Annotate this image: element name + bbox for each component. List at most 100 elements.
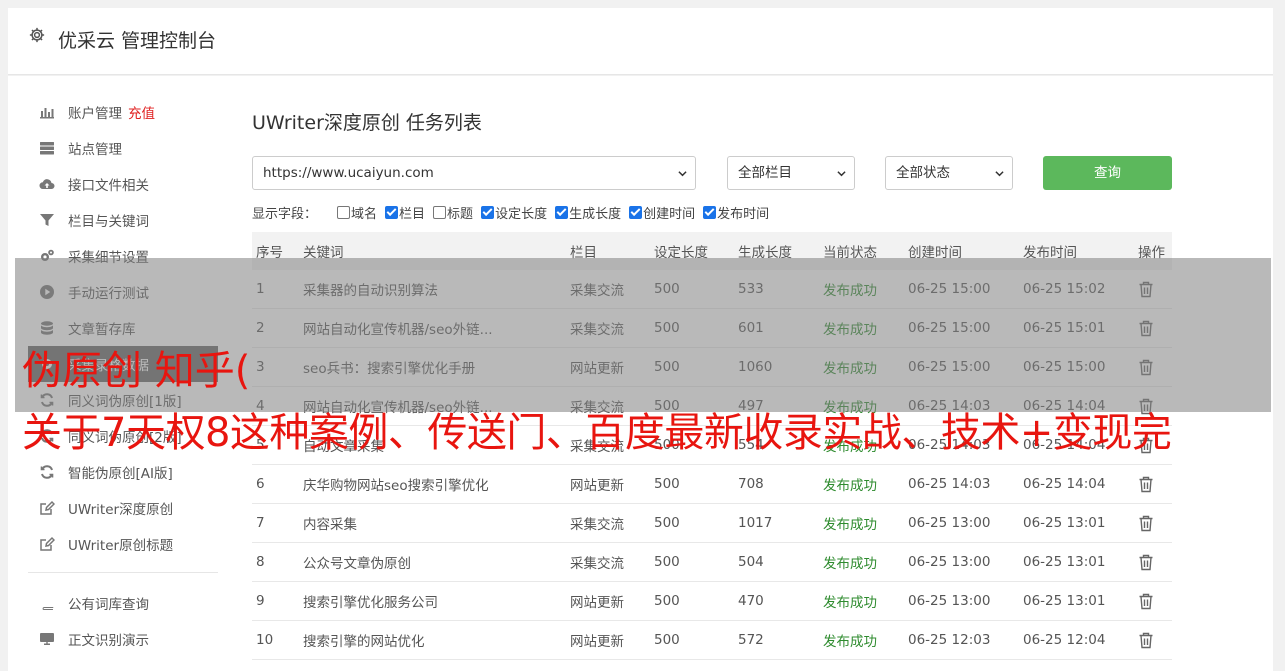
table-cell: 内容采集 [303, 517, 357, 533]
server-icon [38, 140, 56, 156]
table-cell: 500 [654, 593, 680, 609]
table-cell: 500 [654, 554, 680, 570]
status-select-value: 全部状态 [896, 165, 950, 181]
table-cell: 网站更新 [570, 595, 624, 611]
checkbox-label: 生成长度 [569, 206, 622, 222]
status-select[interactable]: 全部状态 [885, 156, 1013, 190]
field-checkbox[interactable]: 标题 [433, 203, 473, 222]
table-cell: 06-25 14:04 [1023, 476, 1106, 492]
sidebar-item[interactable]: 账户管理 充值 [28, 94, 218, 130]
chevron-down-icon [837, 171, 846, 177]
checkbox-box[interactable] [385, 205, 399, 219]
field-checkbox[interactable]: 发布时间 [703, 203, 769, 222]
delete-button[interactable] [1138, 593, 1154, 614]
checkbox-label: 域名 [351, 206, 378, 222]
table-cell: 搜索引擎优化服务公司 [303, 595, 438, 611]
sidebar-item-label: 智能伪原创[AI版] [68, 466, 173, 482]
site-select[interactable]: https://www.ucaiyun.com [252, 156, 696, 190]
table-cell: 10 [256, 632, 274, 648]
checkbox-box[interactable] [555, 205, 569, 219]
sidebar-item[interactable]: 站点管理 [28, 130, 218, 166]
trash-icon [1139, 554, 1153, 571]
overlay-text-line1: 伪原创 知乎( [22, 348, 251, 394]
delete-button[interactable] [1138, 476, 1154, 497]
sidebar-item[interactable]: UWriter原创标题 [28, 526, 218, 562]
table-cell: 572 [738, 632, 764, 648]
checkbox-box[interactable] [481, 205, 495, 219]
table-cell: 504 [738, 554, 764, 570]
gear-icon [29, 27, 45, 43]
column-select-value: 全部栏目 [738, 165, 792, 181]
refresh-icon [38, 464, 56, 480]
trash-icon [1139, 515, 1153, 532]
table-cell: 06-25 12:03 [908, 632, 991, 648]
status-text: 发布成功 [823, 517, 877, 533]
column-select[interactable]: 全部栏目 [727, 156, 855, 190]
display-fields-label: 显示字段： [252, 206, 318, 222]
chevron-down-icon [995, 171, 1004, 177]
recharge-link[interactable]: 充值 [128, 102, 155, 122]
table-cell: 06-25 13:01 [1023, 515, 1106, 531]
sidebar-item-label: UWriter深度原创 [68, 502, 174, 518]
table-cell: 8 [256, 554, 265, 570]
cloud-upload-icon [38, 176, 56, 192]
checkbox-box[interactable] [337, 205, 351, 219]
sidebar-item-label: UWriter原创标题 [68, 538, 174, 554]
table-row: 7 内容采集 采集交流 500 1017 发布成功 06-25 13:00 06-25 13:… [252, 504, 1172, 543]
status-text: 发布成功 [823, 595, 877, 611]
sidebar-item-label: 栏目与关键词 [68, 214, 149, 230]
book-icon [38, 595, 56, 611]
display-fields: 显示字段： 域名 栏目 标题 设定长度 生成长度 创建时间 发布时间 [252, 202, 777, 222]
status-text: 发布成功 [823, 556, 877, 572]
status-text: 发布成功 [823, 478, 877, 494]
checkbox-label: 栏目 [399, 206, 426, 222]
checkbox-box[interactable] [433, 205, 447, 219]
checkbox-box[interactable] [629, 205, 643, 219]
table-cell: 06-25 13:01 [1023, 593, 1106, 609]
page-title: UWriter深度原创 任务列表 [252, 112, 482, 134]
sidebar-item-label: 公有词库查询 [68, 597, 149, 613]
table-row: 9 搜索引擎优化服务公司 网站更新 500 470 发布成功 06-25 13:00 06-2… [252, 582, 1172, 621]
status-text: 发布成功 [823, 634, 877, 650]
sidebar-divider [28, 572, 218, 573]
field-checkbox[interactable]: 生成长度 [555, 203, 621, 222]
edit-icon [38, 500, 56, 516]
table-cell: 网站更新 [570, 634, 624, 650]
sidebar-item[interactable]: 公有词库查询 [28, 585, 218, 621]
checkbox-label: 设定长度 [495, 206, 548, 222]
sidebar-item[interactable]: 接口文件相关 [28, 166, 218, 202]
sidebar-item[interactable]: 栏目与关键词 [28, 202, 218, 238]
bar-chart-icon [38, 104, 56, 120]
table-cell: 708 [738, 476, 764, 492]
field-checkbox[interactable]: 域名 [337, 203, 377, 222]
filter-bar: https://www.ucaiyun.com 全部栏目 全部状态 查询 [252, 156, 1182, 190]
checkbox-label: 标题 [447, 206, 474, 222]
sidebar-item[interactable]: UWriter深度原创 [28, 490, 218, 526]
sidebar-item[interactable]: 智能伪原创[AI版] [28, 454, 218, 490]
table-cell: 500 [654, 515, 680, 531]
overlay-text-line2: 关于7天权8这种案例、传送门、百度最新收录实战、技术+变现完 [22, 410, 1172, 456]
table-cell: 06-25 12:04 [1023, 632, 1106, 648]
sidebar-item[interactable]: 正文识别演示 [28, 621, 218, 657]
sidebar-item-label: 正文识别演示 [68, 633, 149, 649]
table-cell: 1017 [738, 515, 773, 531]
checkbox-label: 发布时间 [717, 206, 770, 222]
checkbox-box[interactable] [703, 205, 717, 219]
field-checkbox[interactable]: 设定长度 [481, 203, 547, 222]
table-cell: 网站更新 [570, 478, 624, 494]
table-cell: 06-25 13:00 [908, 515, 991, 531]
sidebar-item-label: 站点管理 [68, 142, 122, 158]
edit-icon [38, 536, 56, 552]
delete-button[interactable] [1138, 554, 1154, 575]
field-checkbox[interactable]: 栏目 [385, 203, 425, 222]
query-button[interactable]: 查询 [1043, 156, 1172, 190]
table-cell: 6 [256, 476, 265, 492]
table-cell: 采集交流 [570, 517, 624, 533]
table-cell: 06-25 14:03 [908, 476, 991, 492]
table-cell: 庆华购物网站seo搜索引擎优化 [303, 478, 489, 494]
delete-button[interactable] [1138, 515, 1154, 536]
delete-button[interactable] [1138, 632, 1154, 653]
table-cell: 搜索引擎的网站优化 [303, 634, 425, 650]
table-cell: 500 [654, 632, 680, 648]
field-checkbox[interactable]: 创建时间 [629, 203, 695, 222]
